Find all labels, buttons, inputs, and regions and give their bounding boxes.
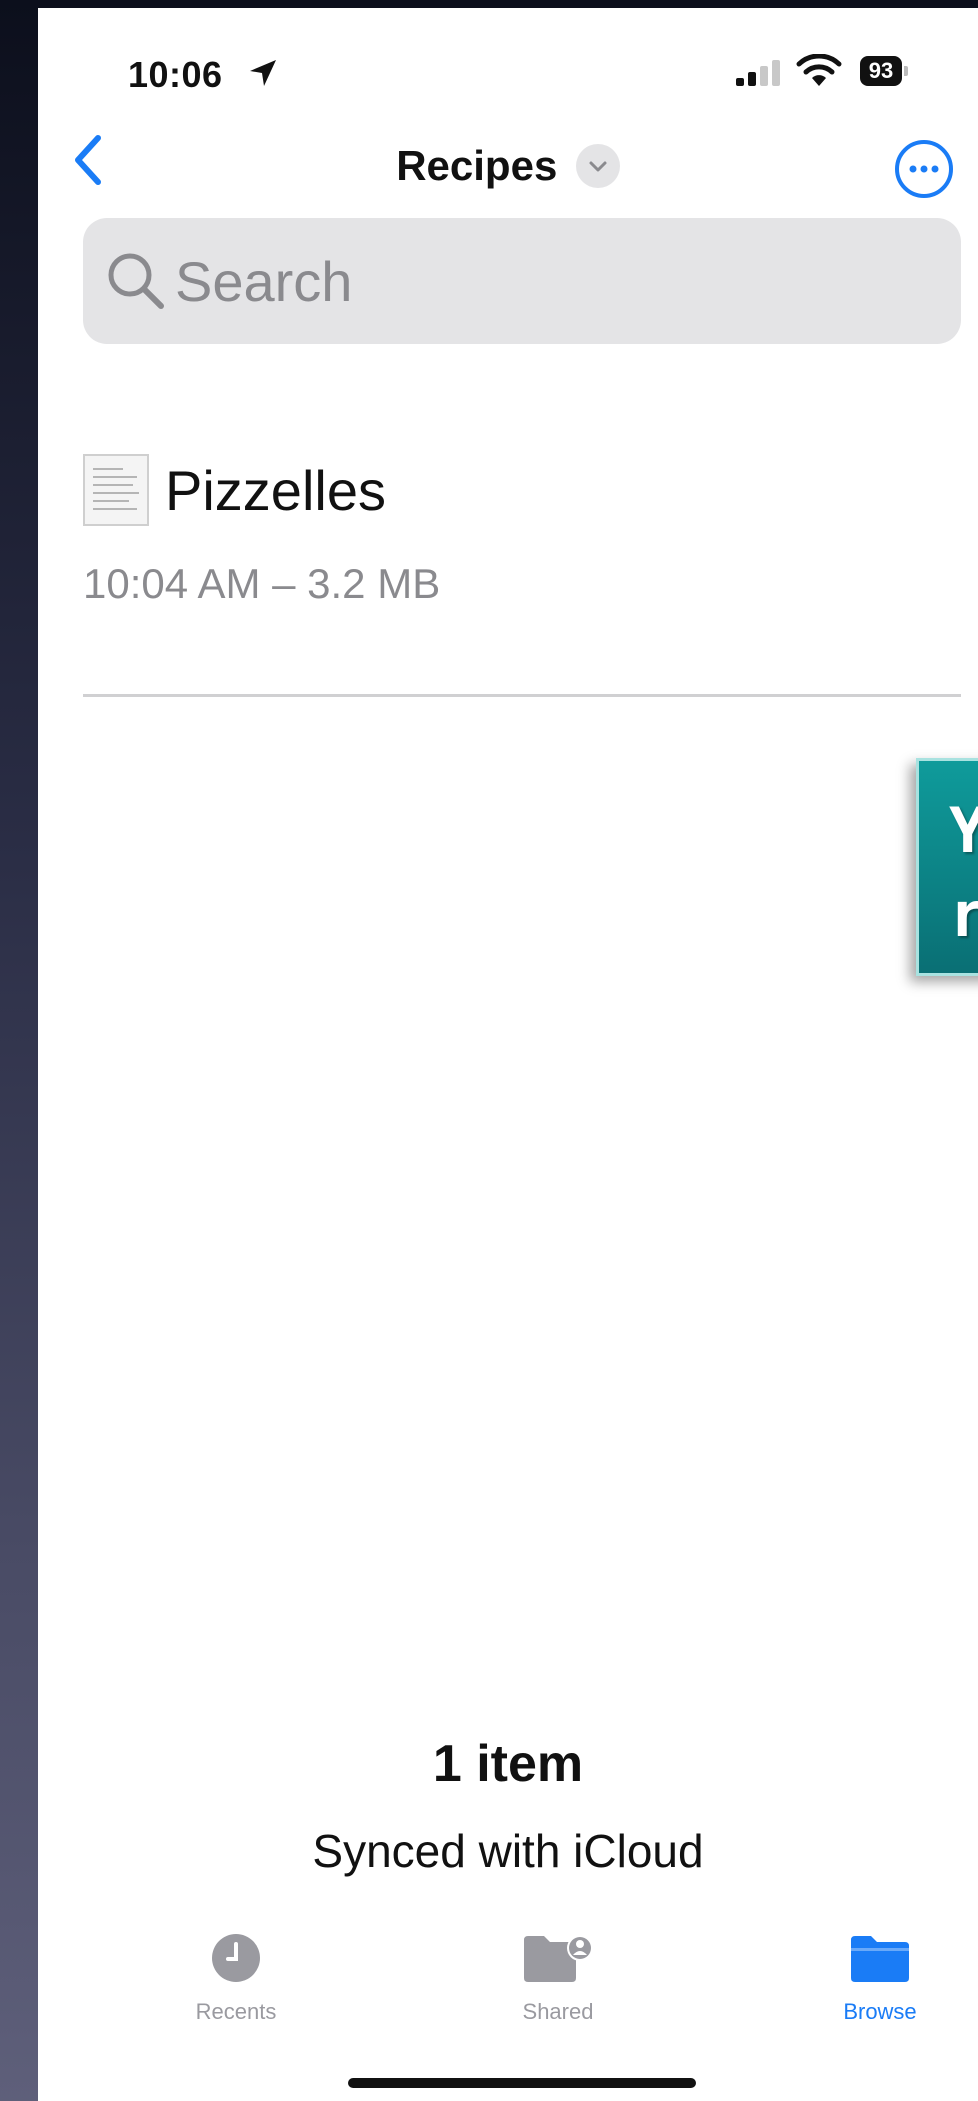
file-meta: 10:04 AM – 3.2 MB bbox=[83, 560, 441, 607]
document-thumbnail-icon bbox=[83, 454, 149, 526]
file-list-item[interactable]: Pizzelles 10:04 AM – 3.2 MB bbox=[83, 454, 961, 694]
status-time: 10:06 bbox=[128, 54, 223, 95]
banner-text: Yo re bbox=[949, 789, 978, 957]
search-input[interactable] bbox=[175, 246, 935, 316]
shared-folder-icon bbox=[524, 1935, 593, 1982]
more-options-icon[interactable] bbox=[893, 138, 955, 200]
tab-label: Recents bbox=[195, 1999, 277, 2024]
tab-label: Shared bbox=[522, 1999, 594, 2024]
location-arrow-icon bbox=[250, 60, 276, 86]
files-app-screen: 10:06 93 Recipes Search Pizzelles 10:04 … bbox=[38, 8, 978, 2101]
overlay-banner: Yo re bbox=[916, 758, 978, 976]
folder-footer: 1 item Synced with iCloud bbox=[38, 1734, 978, 1878]
clock-icon bbox=[212, 1934, 260, 1982]
chevron-down-icon[interactable] bbox=[575, 144, 620, 188]
cellular-signal-icon bbox=[736, 60, 780, 86]
tab-browse[interactable]: Browse bbox=[780, 1932, 978, 2025]
file-name: Pizzelles bbox=[165, 459, 386, 522]
page-title: Recipes bbox=[396, 142, 558, 189]
nav-title-area[interactable]: Recipes bbox=[38, 142, 978, 190]
sync-status: Synced with iCloud bbox=[312, 1825, 704, 1877]
wifi-icon bbox=[796, 54, 842, 86]
tab-label: Browse bbox=[843, 1999, 917, 2024]
search-icon bbox=[108, 253, 164, 309]
tab-shared[interactable]: Shared bbox=[458, 1932, 658, 2025]
list-divider bbox=[83, 694, 961, 697]
search-bar[interactable] bbox=[83, 218, 961, 344]
item-count: 1 item bbox=[432, 1735, 584, 1793]
battery-nub bbox=[904, 66, 908, 76]
home-indicator[interactable] bbox=[348, 2078, 696, 2088]
tab-recents[interactable]: Recents bbox=[136, 1932, 336, 2025]
battery-indicator: 93 bbox=[860, 56, 902, 86]
folder-icon bbox=[851, 1936, 909, 1982]
